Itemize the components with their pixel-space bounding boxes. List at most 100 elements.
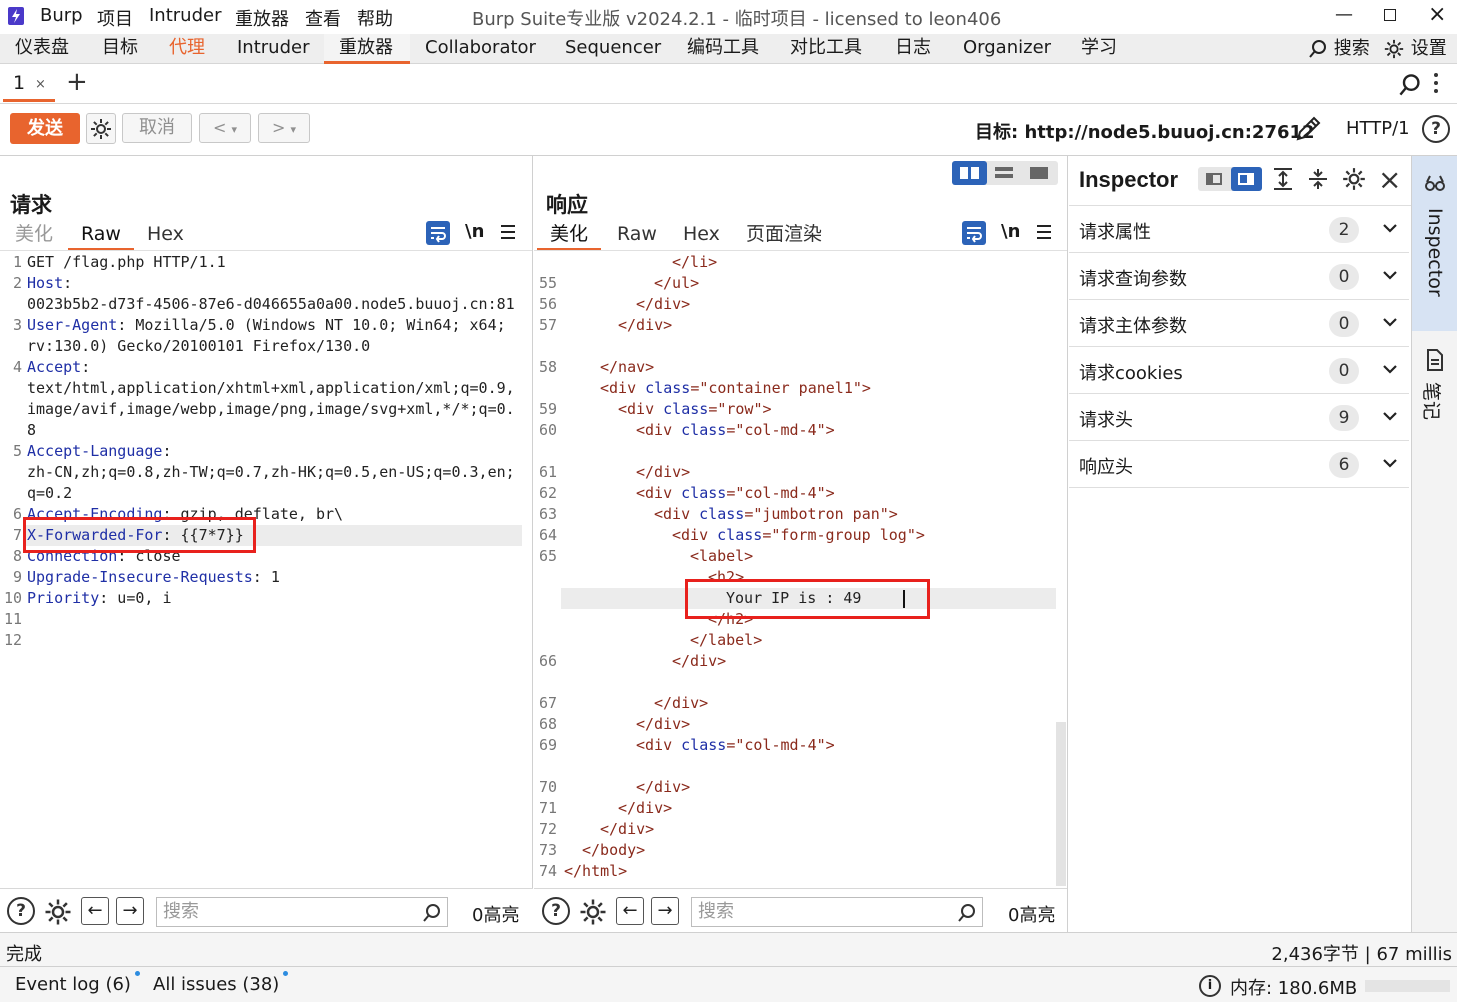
inspector-row[interactable]: 请求主体参数 0 (1069, 300, 1409, 347)
inspector-row[interactable]: 请求头 9 (1069, 394, 1409, 441)
gear-icon[interactable] (578, 897, 608, 927)
chevron-down-icon[interactable] (1380, 265, 1400, 285)
tab-dashboard[interactable]: 仪表盘 (0, 34, 84, 64)
request-tab-hex[interactable]: Hex (134, 221, 197, 251)
response-menu-icon[interactable] (1037, 225, 1051, 239)
request-tab-pretty[interactable]: 美化 (2, 221, 66, 251)
inspector-row[interactable]: 请求属性 2 (1069, 206, 1409, 253)
repeater-tab-1[interactable]: 1 × (3, 68, 55, 102)
response-token: </div> (636, 778, 691, 796)
all-issues-button[interactable]: All issues (38) (153, 971, 289, 995)
tab-logger[interactable]: 日志 (880, 34, 946, 64)
newline-toggle-icon[interactable]: \n (1001, 221, 1020, 242)
request-search-input[interactable]: 搜索 (156, 897, 448, 927)
chevron-down-icon[interactable] (1380, 453, 1400, 473)
send-button[interactable]: 发送 (10, 113, 80, 144)
gear-icon[interactable] (1341, 166, 1367, 192)
inspector-layout-toggle (1198, 167, 1262, 191)
tab-collaborator[interactable]: Collaborator (410, 34, 551, 64)
help-icon[interactable]: ? (1422, 115, 1450, 143)
menu-help[interactable]: 帮助 (357, 5, 393, 31)
search-next-button[interactable]: → (116, 897, 144, 925)
http-version-selector[interactable]: HTTP/1 (1346, 118, 1410, 139)
edit-target-icon[interactable] (1293, 114, 1323, 144)
response-tab-hex[interactable]: Hex (670, 221, 733, 251)
response-scrollbar[interactable] (1056, 722, 1066, 886)
expand-all-icon[interactable] (1272, 167, 1294, 191)
wrap-lines-icon[interactable] (962, 221, 986, 245)
response-search-input[interactable]: 搜索 (691, 897, 983, 927)
search-prev-button[interactable]: ← (616, 897, 644, 925)
request-line-number: 1 (12, 253, 22, 271)
response-tab-raw[interactable]: Raw (604, 221, 670, 251)
menu-intruder[interactable]: Intruder (149, 5, 221, 26)
response-tab-render[interactable]: 页面渲染 (733, 221, 835, 251)
request-editor[interactable]: 1 GET /flag.php HTTP/1.1 2 Host: 0023b5b2-d7… (4, 252, 532, 886)
help-icon[interactable]: ? (542, 897, 570, 925)
tab-target[interactable]: 目标 (87, 34, 153, 64)
repeater-tab-strip: 1 × + (0, 64, 1457, 104)
app-menu-burp[interactable]: Burp (40, 5, 83, 26)
request-line: User-Agent: Mozilla/5.0 (Windows NT 10.0… (27, 315, 506, 336)
response-editor[interactable]: </li> 55 </ul> 56 </div> 57 </div> 58 </nav> <div… (537, 252, 1056, 886)
gear-icon[interactable] (43, 897, 73, 927)
tab-search-icon[interactable] (1398, 73, 1422, 97)
tab-comparer[interactable]: 对比工具 (775, 34, 877, 64)
send-settings-button[interactable] (86, 113, 116, 144)
maximize-button[interactable] (1384, 9, 1396, 21)
tab-learn[interactable]: 学习 (1066, 34, 1132, 64)
global-settings-label: 设置 (1410, 38, 1447, 59)
tab-organizer[interactable]: Organizer (948, 34, 1066, 64)
inspector-row[interactable]: 请求查询参数 0 (1069, 253, 1409, 300)
side-tab-inspector[interactable]: Inspector (1412, 156, 1457, 331)
search-next-button[interactable]: → (651, 897, 679, 925)
request-line-number: 11 (4, 610, 23, 628)
status-text: 完成 (6, 944, 42, 965)
tab-proxy[interactable]: 代理 (154, 34, 220, 64)
inspector-row[interactable]: 请求cookies 0 (1069, 347, 1409, 394)
inspector-layout-a-button[interactable] (1206, 173, 1222, 185)
menu-repeater[interactable]: 重放器 (235, 5, 289, 31)
kebab-menu-icon[interactable] (1434, 73, 1440, 93)
cancel-button[interactable]: 取消 (122, 113, 192, 143)
response-tab-pretty[interactable]: 美化 (537, 221, 602, 251)
layout-side-by-side-button[interactable] (952, 161, 987, 185)
collapse-all-icon[interactable] (1307, 167, 1329, 191)
chevron-down-icon[interactable] (1380, 406, 1400, 426)
minimize-button[interactable]: — (1335, 4, 1353, 25)
repeater-toolbar: 发送 取消 < ▾ > ▾ 目标: http://node5.buuoj.cn:… (0, 104, 1457, 156)
add-tab-button[interactable]: + (66, 67, 88, 97)
layout-single-button[interactable] (1030, 167, 1048, 179)
layout-stacked-button[interactable] (995, 167, 1013, 179)
menu-project[interactable]: 项目 (97, 5, 133, 31)
inspector-layout-b-button[interactable] (1231, 167, 1262, 191)
menu-view[interactable]: 查看 (305, 5, 341, 31)
chevron-down-icon[interactable] (1380, 218, 1400, 238)
side-tab-notes[interactable]: 笔记 (1412, 336, 1457, 436)
inspector-row[interactable]: 响应头 6 (1069, 441, 1409, 488)
search-prev-button[interactable]: ← (81, 897, 109, 925)
info-icon[interactable]: i (1199, 975, 1221, 997)
tab-decoder[interactable]: 编码工具 (672, 34, 774, 64)
global-search-button[interactable]: 搜索 (1308, 36, 1370, 62)
wrap-lines-icon[interactable] (426, 221, 450, 245)
close-window-button[interactable]: × (1428, 2, 1446, 27)
close-icon[interactable]: × (35, 77, 46, 92)
close-icon[interactable]: × (1378, 163, 1401, 196)
request-tab-raw[interactable]: Raw (68, 221, 134, 251)
newline-toggle-icon[interactable]: \n (465, 221, 484, 242)
event-log-button[interactable]: Event log (6) (15, 971, 140, 995)
tab-repeater[interactable]: 重放器 (324, 34, 410, 64)
global-settings-button[interactable]: 设置 (1383, 36, 1447, 62)
response-line: </div> (636, 777, 690, 798)
request-menu-icon[interactable] (501, 225, 515, 239)
history-forward-button[interactable]: > ▾ (258, 113, 310, 143)
request-token: : (63, 274, 73, 292)
history-back-button[interactable]: < ▾ (199, 113, 251, 143)
tab-intruder[interactable]: Intruder (222, 34, 324, 64)
help-icon[interactable]: ? (7, 897, 35, 925)
request-line-number: 4 (12, 358, 22, 376)
chevron-down-icon[interactable] (1380, 359, 1400, 379)
chevron-down-icon[interactable] (1380, 312, 1400, 332)
tab-sequencer[interactable]: Sequencer (550, 34, 676, 64)
